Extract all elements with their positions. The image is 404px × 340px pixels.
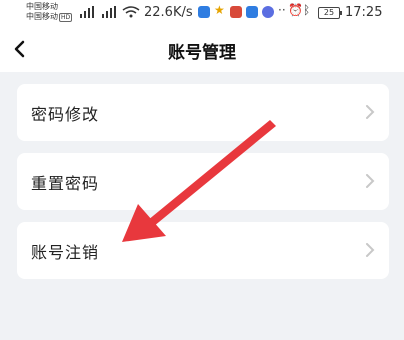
signal-icon bbox=[80, 6, 94, 18]
page-title: 账号管理 bbox=[168, 43, 236, 63]
carrier-info: 中国移动 中国移动 HD bbox=[26, 2, 73, 23]
carrier-label-1: 中国移动 bbox=[26, 2, 58, 11]
signal-icon-2 bbox=[102, 6, 116, 18]
app-notification-icon-3 bbox=[262, 6, 274, 18]
search-app-icon bbox=[246, 6, 258, 18]
status-bar: 中国移动 中国移动 HD 22.6K/s ★ ·· ⏰ ᛒ 25 17:25 bbox=[0, 0, 404, 28]
account-menu: 密码修改 重置密码 账号注销 bbox=[17, 84, 389, 291]
chevron-right-icon bbox=[366, 105, 375, 119]
net-speed: 22.6K/s bbox=[144, 5, 193, 20]
hd-badge: HD bbox=[59, 13, 73, 22]
more-icon: ·· bbox=[278, 3, 286, 17]
carrier-label-2: 中国移动 bbox=[26, 12, 58, 21]
menu-item-reset-password[interactable]: 重置密码 bbox=[17, 153, 389, 210]
menu-item-label: 重置密码 bbox=[31, 174, 100, 193]
chevron-right-icon bbox=[366, 243, 375, 257]
wifi-icon bbox=[122, 6, 140, 18]
menu-item-change-password[interactable]: 密码修改 bbox=[17, 84, 389, 141]
star-icon: ★ bbox=[214, 3, 225, 17]
menu-item-label: 账号注销 bbox=[31, 243, 100, 262]
clock: 17:25 bbox=[345, 5, 383, 20]
menu-item-label: 密码修改 bbox=[31, 105, 100, 124]
bluetooth-icon: ᛒ bbox=[303, 3, 311, 17]
chevron-right-icon bbox=[366, 174, 375, 188]
battery-icon: 25 bbox=[318, 7, 342, 19]
app-notification-icon bbox=[198, 6, 210, 18]
nav-header: 账号管理 bbox=[0, 28, 404, 72]
menu-item-delete-account[interactable]: 账号注销 bbox=[17, 222, 389, 279]
alarm-icon: ⏰ bbox=[288, 3, 303, 17]
app-notification-icon-2 bbox=[230, 6, 242, 18]
